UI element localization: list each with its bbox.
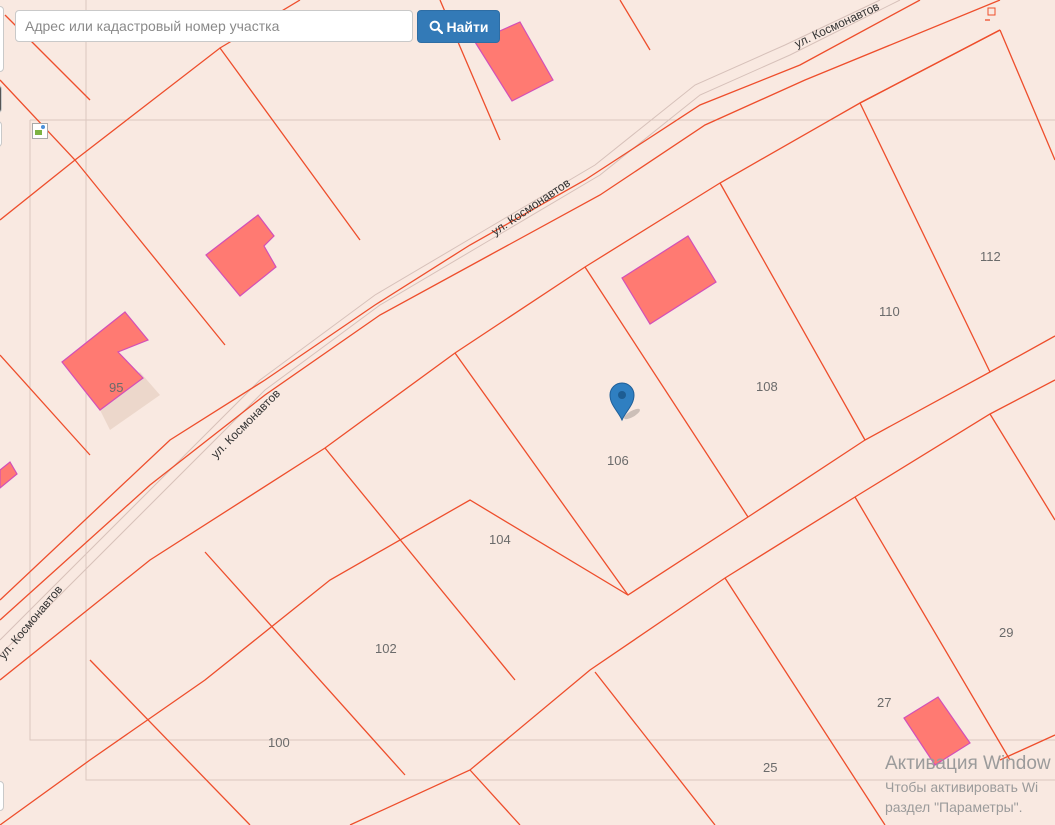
plot-number: 27 [877, 695, 891, 710]
search-input[interactable] [15, 10, 413, 42]
tool-control[interactable] [0, 121, 2, 147]
parcel-boundaries [0, 0, 1055, 825]
broken-image-icon [32, 123, 48, 139]
plot-number: 95 [109, 380, 123, 395]
buildings [0, 7, 996, 766]
plot-numbers: 95 100 102 104 106 108 110 112 25 27 29 [109, 249, 1013, 775]
map-canvas[interactable]: ул. Космонавтов ул. Космонавтов ул. Косм… [0, 0, 1055, 825]
layer-control[interactable] [0, 85, 2, 113]
street-label: ул. Космонавтов [0, 583, 65, 662]
building-north-1 [205, 214, 277, 297]
search-button[interactable]: Найти [417, 10, 500, 43]
plot-number: 110 [879, 304, 900, 319]
plot-number: 106 [607, 453, 629, 468]
building-edge [0, 461, 18, 489]
cadastral-map[interactable]: ул. Космонавтов ул. Космонавтов ул. Косм… [0, 0, 1055, 825]
search-icon [429, 20, 443, 34]
plot-number: 108 [756, 379, 778, 394]
plot-number: 29 [999, 625, 1013, 640]
plot-number: 112 [980, 249, 1001, 264]
plot-number: 100 [268, 735, 290, 750]
plot-number: 25 [763, 760, 777, 775]
watermark-line: Чтобы активировать Wi [885, 779, 1039, 795]
street-label: ул. Космонавтов [208, 386, 283, 461]
watermark-line: раздел "Параметры". [885, 799, 1023, 815]
plot-number: 104 [489, 532, 511, 547]
small-feature [987, 7, 996, 16]
street-label: ул. Космонавтов [489, 176, 573, 239]
zoom-control[interactable] [0, 6, 4, 72]
building-108 [621, 235, 717, 325]
plot-number: 102 [375, 641, 397, 656]
street-label: ул. Космонавтов [792, 0, 881, 51]
map-pin-icon[interactable] [609, 382, 641, 422]
watermark-title: Активация Window [885, 753, 1051, 774]
tile-grid [29, 0, 1055, 781]
bottom-control[interactable] [0, 781, 4, 811]
search-button-label: Найти [446, 18, 489, 35]
